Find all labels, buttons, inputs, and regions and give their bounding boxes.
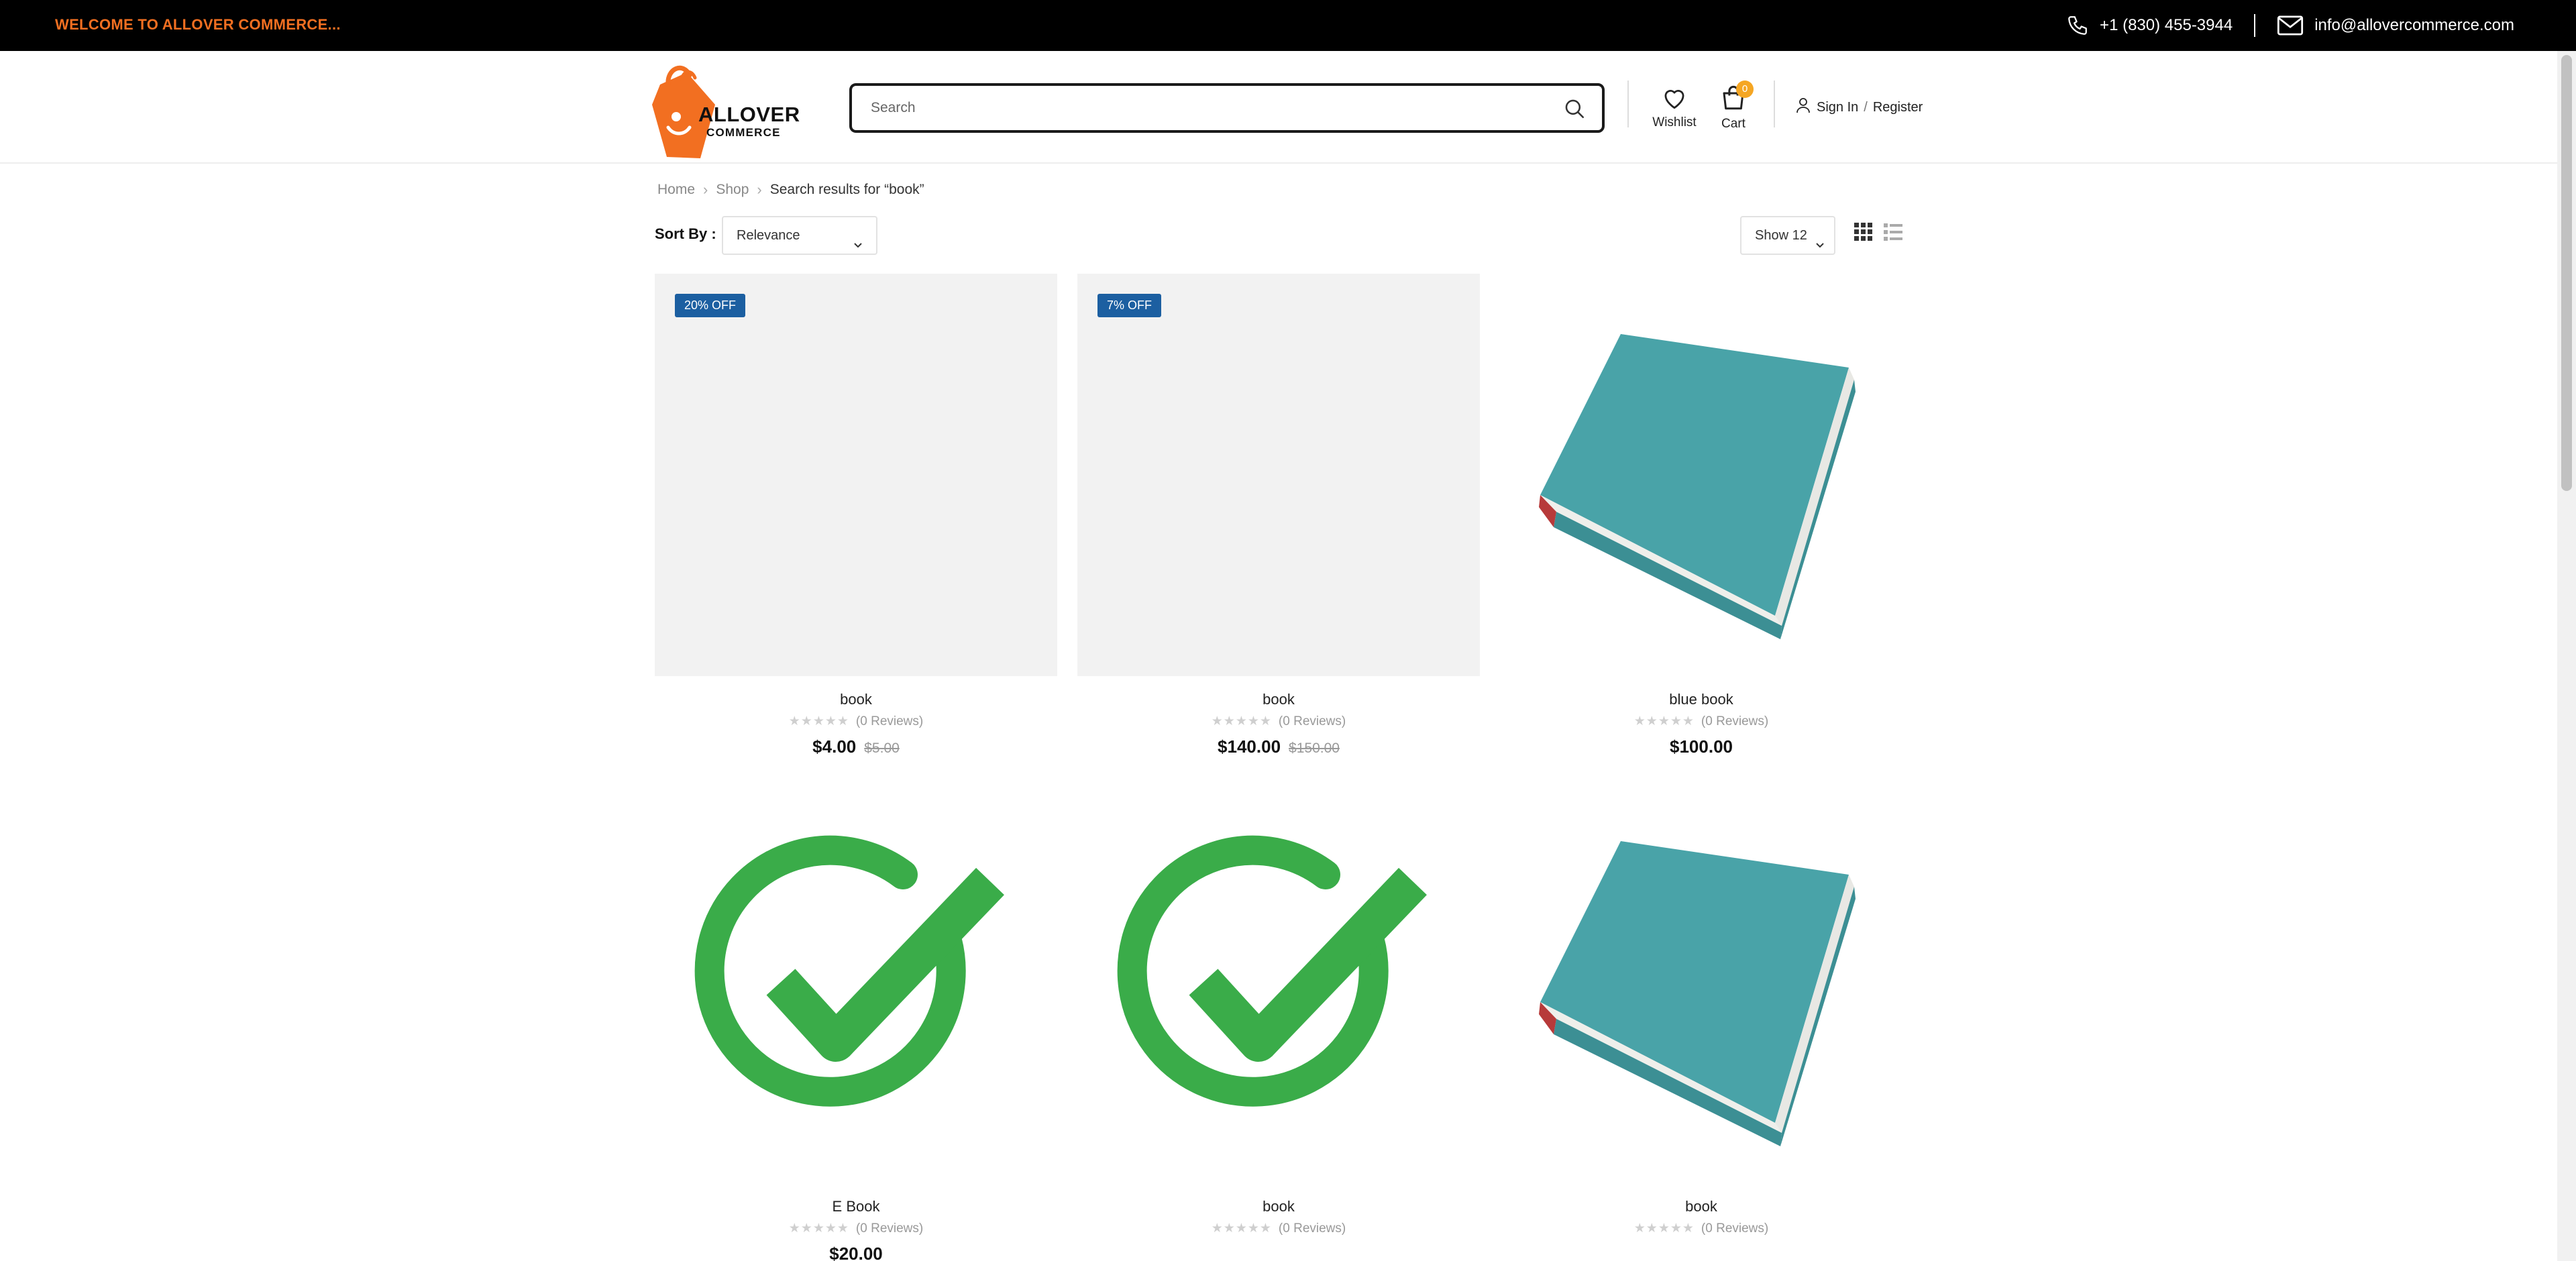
cart-count-badge: 0 [1736, 80, 1754, 98]
product-name[interactable]: E Book [655, 1198, 1057, 1215]
product-price: $4.00 [812, 736, 857, 757]
user-icon [1795, 97, 1811, 118]
wishlist-button[interactable]: Wishlist [1649, 86, 1700, 130]
contact-divider [2254, 14, 2256, 37]
green-check-image [694, 835, 1004, 1107]
product-price-block: $100.00 [1500, 736, 1902, 757]
product-price: $100.00 [1670, 736, 1733, 757]
product-name[interactable]: book [1077, 1198, 1480, 1215]
star-rating-icon: ★★★★★ [1211, 714, 1272, 728]
search-input[interactable] [871, 86, 1542, 130]
product-rating: ★★★★★ (0 Reviews) [1500, 714, 1902, 729]
chevron-down-icon [852, 229, 864, 266]
product-old-price: $5.00 [864, 741, 900, 756]
header-divider [1774, 80, 1775, 127]
product-image-placeholder[interactable]: 20% OFF [655, 274, 1057, 676]
phone-link[interactable]: +1 (830) 455-3944 [2066, 14, 2233, 37]
discount-badge: 20% OFF [675, 294, 746, 317]
email-address: info@allovercommerce.com [2314, 16, 2514, 34]
breadcrumb-home[interactable]: Home [657, 182, 695, 198]
product-price-block: $20.00 [655, 1244, 1057, 1261]
contact-info: +1 (830) 455-3944 info@allovercommerce.c… [2066, 11, 2514, 40]
cart-label: Cart [1721, 117, 1746, 131]
teal-book-image [1539, 334, 1856, 639]
logo-title: ALLOVER [698, 103, 800, 126]
product-image[interactable] [1500, 781, 1902, 1183]
site-header: ALLOVER COMMERCE Wishlist 0 Cart Sign In… [0, 51, 2557, 164]
breadcrumb-shop[interactable]: Shop [716, 182, 749, 198]
product-price: $20.00 [829, 1244, 883, 1261]
wishlist-label: Wishlist [1652, 115, 1697, 129]
product-image[interactable] [1500, 274, 1902, 676]
review-count: (0 Reviews) [855, 714, 924, 728]
discount-badge: 7% OFF [1097, 294, 1162, 317]
star-rating-icon: ★★★★★ [1633, 1221, 1695, 1236]
product-rating: ★★★★★ (0 Reviews) [655, 1221, 1057, 1236]
scrollbar-thumb[interactable] [2561, 55, 2572, 491]
review-count: (0 Reviews) [855, 1221, 924, 1236]
product-name[interactable]: blue book [1500, 691, 1902, 708]
green-check-image [1117, 835, 1427, 1107]
product-rating: ★★★★★ (0 Reviews) [1500, 1221, 1902, 1236]
search-icon[interactable] [1563, 97, 1586, 123]
product-price-block: $4.00 $5.00 [655, 736, 1057, 757]
phone-icon [2066, 14, 2089, 37]
account-separator: / [1864, 99, 1868, 115]
review-count: (0 Reviews) [1278, 1221, 1346, 1236]
chevron-right-icon: › [757, 181, 762, 198]
grid-view-icon[interactable] [1853, 221, 1874, 246]
product-image[interactable] [1077, 781, 1480, 1183]
product-price-block: $140.00 $150.00 [1077, 736, 1480, 757]
teal-book-image [1539, 841, 1856, 1146]
account-links: Sign In / Register [1795, 97, 1923, 118]
review-count: (0 Reviews) [1278, 714, 1346, 728]
sort-select[interactable]: Relevance [722, 216, 877, 255]
mail-icon [2277, 15, 2304, 36]
show-count-value: Show 12 [1755, 228, 1807, 243]
sort-value: Relevance [737, 228, 800, 243]
welcome-message: WELCOME TO ALLOVER COMMERCE... [55, 16, 341, 33]
star-rating-icon: ★★★★★ [788, 714, 849, 728]
chevron-right-icon: › [703, 181, 708, 198]
show-count-select[interactable]: Show 12 [1740, 216, 1835, 255]
header-divider [1627, 80, 1629, 127]
product-name[interactable]: book [655, 691, 1057, 708]
breadcrumb: Home › Shop › Search results for “book” [657, 181, 924, 199]
review-count: (0 Reviews) [1701, 1221, 1769, 1236]
product-image[interactable] [655, 781, 1057, 1183]
list-view-icon[interactable] [1882, 221, 1904, 246]
star-rating-icon: ★★★★★ [1211, 1221, 1272, 1236]
product-price: $140.00 [1218, 736, 1281, 757]
product-image-placeholder[interactable]: 7% OFF [1077, 274, 1480, 676]
phone-number: +1 (830) 455-3944 [2100, 16, 2233, 34]
cart-icon [1719, 85, 1748, 115]
star-rating-icon: ★★★★★ [1633, 714, 1695, 728]
page-scrollbar[interactable] [2557, 51, 2576, 1261]
review-count: (0 Reviews) [1701, 714, 1769, 728]
product-name[interactable]: book [1500, 1198, 1902, 1215]
product-name[interactable]: book [1077, 691, 1480, 708]
chevron-down-icon [1814, 229, 1826, 266]
product-old-price: $150.00 [1289, 741, 1340, 756]
sign-in-link[interactable]: Sign In [1817, 100, 1858, 115]
heart-icon [1661, 90, 1688, 113]
product-rating: ★★★★★ (0 Reviews) [1077, 714, 1480, 729]
logo-subtitle: COMMERCE [706, 126, 781, 139]
star-rating-icon: ★★★★★ [788, 1221, 849, 1236]
product-rating: ★★★★★ (0 Reviews) [1077, 1221, 1480, 1236]
top-bar: WELCOME TO ALLOVER COMMERCE... +1 (830) … [0, 0, 2576, 51]
product-rating: ★★★★★ (0 Reviews) [655, 714, 1057, 729]
search-box [849, 83, 1605, 133]
sort-label: Sort By : [655, 225, 716, 242]
register-link[interactable]: Register [1873, 100, 1923, 115]
email-link[interactable]: info@allovercommerce.com [2277, 15, 2514, 36]
site-logo[interactable]: ALLOVER COMMERCE [648, 58, 800, 158]
breadcrumb-current: Search results for “book” [769, 182, 924, 197]
cart-button[interactable]: 0 Cart [1715, 80, 1754, 131]
